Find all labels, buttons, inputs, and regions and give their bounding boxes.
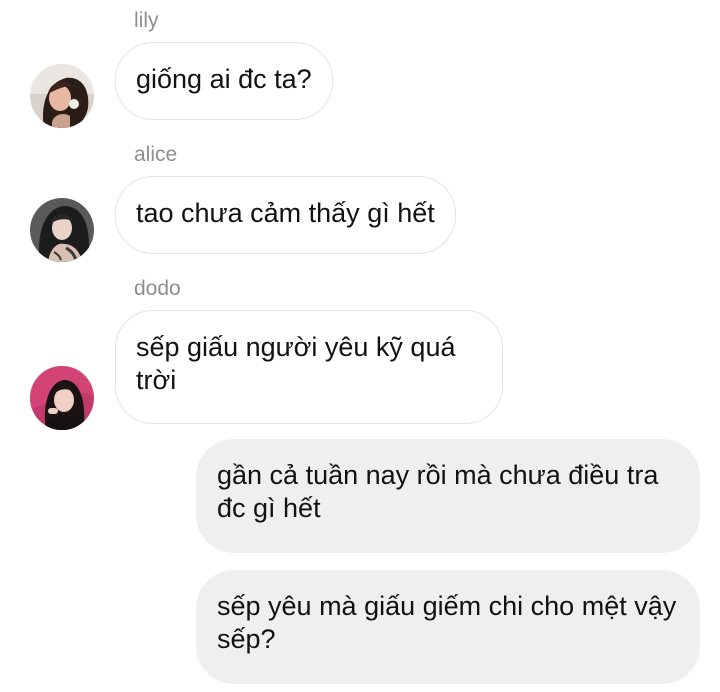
avatar-alice-image xyxy=(30,198,94,262)
avatar-lily-image xyxy=(30,64,94,128)
avatar-dodo-image xyxy=(30,366,94,430)
message-bubble[interactable]: sếp giấu người yêu kỹ quá trời xyxy=(115,310,503,424)
avatar[interactable] xyxy=(30,64,94,128)
message-bubble[interactable]: giống ai đc ta? xyxy=(115,42,333,120)
message-bubble-outgoing[interactable]: sếp yêu mà giấu giếm chi cho mệt vậy sếp… xyxy=(196,570,700,684)
sender-name: lily xyxy=(134,9,159,32)
avatar[interactable] xyxy=(30,198,94,262)
sender-name: alice xyxy=(134,143,178,166)
sender-name: dodo xyxy=(134,277,181,300)
avatar[interactable] xyxy=(30,366,94,430)
message-bubble-outgoing[interactable]: gần cả tuần nay rồi mà chưa điều tra đc … xyxy=(196,439,700,553)
message-bubble[interactable]: tao chưa cảm thấy gì hết xyxy=(115,176,456,254)
